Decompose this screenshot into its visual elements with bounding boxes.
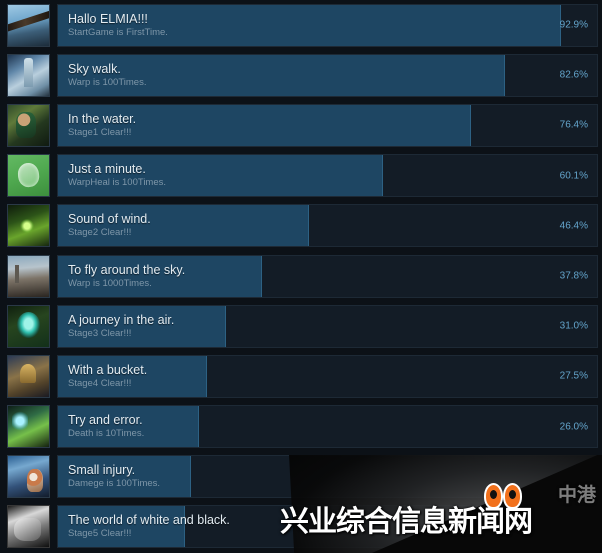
achievement-icon-water (7, 103, 50, 147)
achievement-text: Just a minute. WarpHeal is 100Times. (68, 155, 166, 196)
achievement-description: Warp is 1000Times. (68, 277, 152, 289)
achievement-progress-bar: Sky walk. Warp is 100Times. 82.6% (57, 53, 598, 97)
achievement-progress-bar: Just a minute. WarpHeal is 100Times. 60.1% (57, 154, 598, 198)
achievement-description: Warp is 100Times. (68, 76, 147, 88)
achievement-percent: 82.6% (559, 69, 588, 81)
achievement-text: Try and error. Death is 10Times. (68, 406, 144, 447)
achievement-title: Sound of wind. (68, 212, 151, 227)
achievements-page: Hallo ELMIA!!! StartGame is FirstTime. 92.… (0, 0, 602, 553)
achievement-row[interactable]: Sky walk. Warp is 100Times. 82.6% (0, 50, 602, 100)
achievement-title: To fly around the sky. (68, 262, 186, 277)
achievement-text: Small injury. Damege is 100Times. (68, 456, 160, 497)
achievement-percent: 37.8% (559, 270, 588, 282)
achievement-title: Sky walk. (68, 61, 121, 76)
achievement-icon-forest (7, 204, 50, 248)
achievements-list: Hallo ELMIA!!! StartGame is FirstTime. 92.… (0, 0, 602, 552)
achievement-row[interactable]: Sound of wind. Stage2 Clear!!! 46.4% (0, 201, 602, 251)
achievement-description: Stage1 Clear!!! (68, 126, 132, 138)
achievement-icon-sky (7, 3, 50, 47)
achievement-text: Hallo ELMIA!!! StartGame is FirstTime. (68, 5, 168, 46)
achievement-percent: 76.4% (559, 119, 588, 131)
achievement-text: To fly around the sky. Warp is 1000Times. (68, 256, 185, 297)
achievement-row[interactable]: Small injury. Damege is 100Times. (0, 452, 602, 502)
achievement-progress-bar: Try and error. Death is 10Times. 26.0% (57, 405, 598, 449)
achievement-description: Stage2 Clear!!! (68, 227, 132, 239)
achievement-row[interactable]: Try and error. Death is 10Times. 26.0% (0, 402, 602, 452)
achievement-description: WarpHeal is 100Times. (68, 177, 167, 189)
achievement-icon-snow (7, 455, 50, 499)
achievement-text: The world of white and black. Stage5 Clea… (68, 506, 230, 547)
achievement-description: Stage5 Clear!!! (68, 528, 132, 540)
achievement-percent: 46.4% (559, 220, 588, 232)
achievement-icon-desert (7, 254, 50, 298)
achievement-progress-bar: To fly around the sky. Warp is 1000Times.… (57, 254, 598, 298)
achievement-row[interactable]: The world of white and black. Stage5 Clea… (0, 502, 602, 552)
achievement-progress-bar: The world of white and black. Stage5 Clea… (57, 505, 598, 549)
achievement-row[interactable]: Hallo ELMIA!!! StartGame is FirstTime. 92.… (0, 0, 602, 50)
achievement-row[interactable]: To fly around the sky. Warp is 1000Times.… (0, 251, 602, 301)
achievement-text: A journey in the air. Stage3 Clear!!! (68, 306, 174, 347)
achievement-text: Sky walk. Warp is 100Times. (68, 55, 146, 96)
achievement-title: With a bucket. (68, 362, 148, 377)
achievement-title: Hallo ELMIA!!! (68, 11, 148, 26)
achievement-progress-bar: In the water. Stage1 Clear!!! 76.4% (57, 103, 598, 147)
achievement-description: Death is 10Times. (68, 428, 145, 440)
achievement-text: In the water. Stage1 Clear!!! (68, 105, 136, 146)
achievement-text: Sound of wind. Stage2 Clear!!! (68, 205, 151, 246)
achievement-icon-tower (7, 53, 50, 97)
achievement-percent: 27.5% (559, 370, 588, 382)
achievement-icon-bell (7, 354, 50, 398)
achievement-icon-heart (7, 154, 50, 198)
achievement-title: Try and error. (68, 413, 143, 428)
achievement-progress-bar: With a bucket. Stage4 Clear!!! 27.5% (57, 354, 598, 398)
achievement-percent: 26.0% (559, 421, 588, 433)
achievement-percent: 92.9% (559, 19, 588, 31)
achievement-description: StartGame is FirstTime. (68, 26, 168, 38)
achievement-title: The world of white and black. (68, 513, 230, 528)
achievement-description: Stage4 Clear!!! (68, 377, 132, 389)
achievement-progress-bar: A journey in the air. Stage3 Clear!!! 31.0… (57, 304, 598, 348)
achievement-row[interactable]: A journey in the air. Stage3 Clear!!! 31.0… (0, 301, 602, 351)
achievement-icon-mono (7, 505, 50, 549)
achievement-description: Damege is 100Times. (68, 478, 161, 490)
achievement-title: In the water. (68, 111, 137, 126)
achievement-row[interactable]: With a bucket. Stage4 Clear!!! 27.5% (0, 351, 602, 401)
achievement-icon-portal (7, 304, 50, 348)
achievement-row[interactable]: Just a minute. WarpHeal is 100Times. 60.1% (0, 151, 602, 201)
achievement-title: A journey in the air. (68, 312, 175, 327)
achievement-row[interactable]: In the water. Stage1 Clear!!! 76.4% (0, 100, 602, 150)
achievement-icon-cave (7, 405, 50, 449)
achievement-progress-bar: Hallo ELMIA!!! StartGame is FirstTime. 92.… (57, 3, 598, 47)
achievement-progress-bar: Sound of wind. Stage2 Clear!!! 46.4% (57, 204, 598, 248)
achievement-percent: 60.1% (559, 170, 588, 182)
achievement-text: With a bucket. Stage4 Clear!!! (68, 356, 147, 397)
achievement-title: Just a minute. (68, 162, 146, 177)
achievement-title: Small injury. (68, 463, 136, 478)
achievement-description: Stage3 Clear!!! (68, 327, 132, 339)
achievement-progress-bar: Small injury. Damege is 100Times. (57, 455, 598, 499)
achievement-percent: 31.0% (559, 320, 588, 332)
